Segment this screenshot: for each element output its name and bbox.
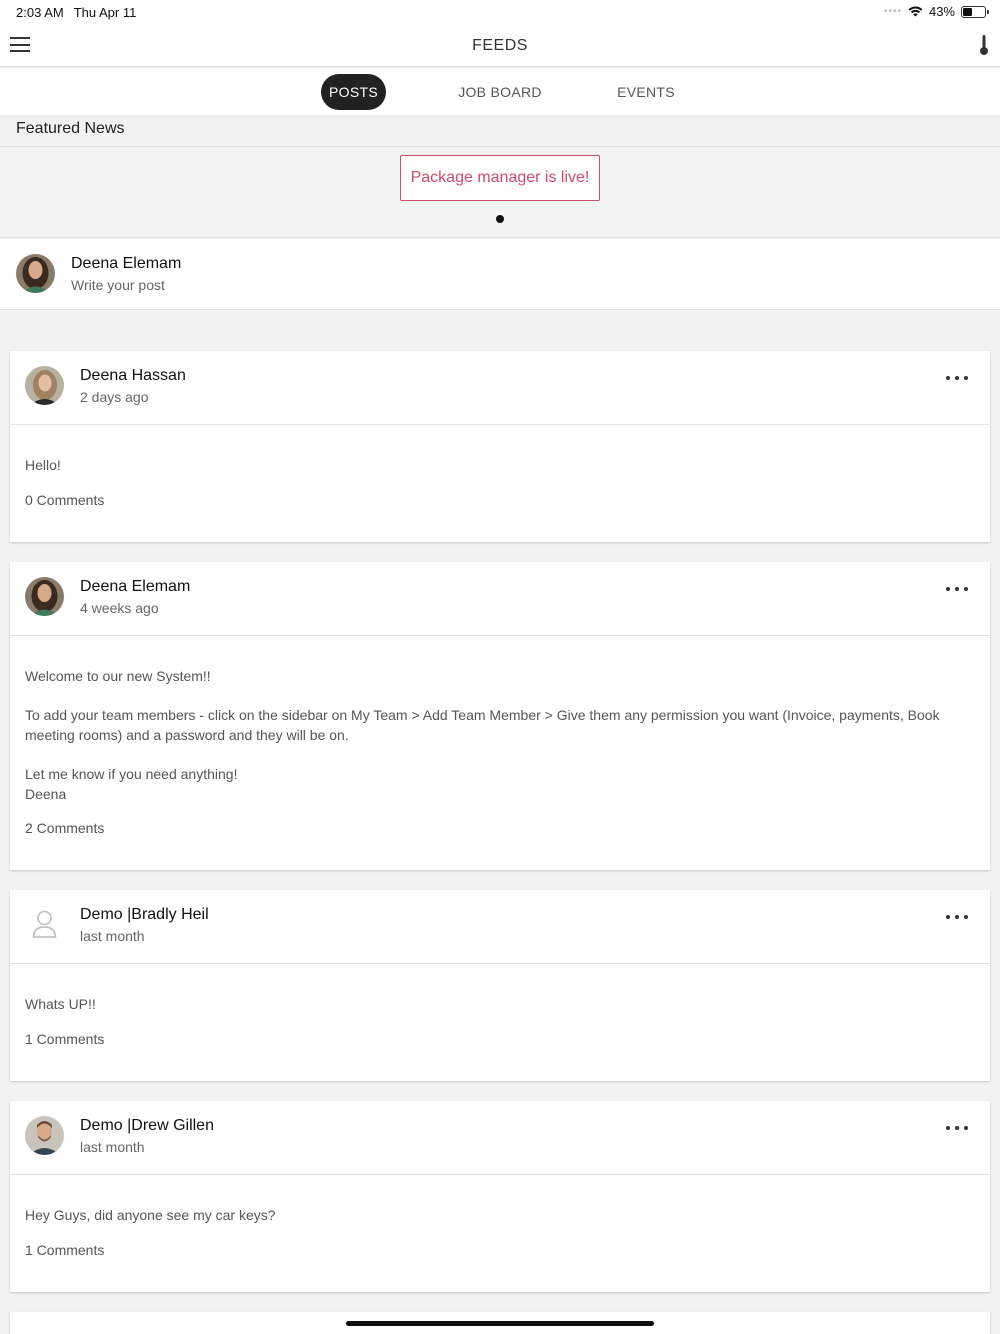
default-avatar-icon[interactable] — [25, 905, 64, 944]
post-text: Whats UP!! — [25, 996, 96, 1012]
post-timestamp: 4 weeks ago — [80, 600, 159, 616]
post-timestamp: last month — [80, 1139, 145, 1155]
home-indicator[interactable] — [346, 1321, 654, 1326]
post-author[interactable]: Demo |Bradly Heil — [80, 906, 209, 924]
comments-link[interactable]: 0 Comments — [25, 492, 104, 508]
status-date: Thu Apr 11 — [73, 5, 137, 20]
featured-news-header: Featured News — [0, 115, 1000, 147]
signal-icon: •••• — [883, 6, 902, 17]
more-options-icon[interactable] — [946, 376, 968, 382]
composer-user-name: Deena Elemam — [71, 255, 182, 272]
post-body: Welcome to our new System!! To add your … — [10, 636, 990, 804]
post-header: Demo |Bradly Heil last month — [10, 890, 990, 964]
post-text: Welcome to our new System!! — [25, 668, 211, 684]
post-timestamp: last month — [80, 928, 145, 944]
comments-link[interactable]: 1 Comments — [25, 1242, 104, 1258]
thermometer-icon[interactable] — [978, 34, 990, 56]
post-text: Hello! — [25, 457, 61, 473]
more-options-icon[interactable] — [946, 915, 968, 921]
clock: 2:03 AM — [16, 5, 64, 20]
comments-link[interactable]: 2 Comments — [25, 820, 104, 836]
post-text: To add your team members - click on the … — [25, 707, 940, 743]
post-body: Whats UP!! — [10, 964, 990, 1014]
featured-news-title: Featured News — [16, 120, 125, 137]
tab-events[interactable]: EVENTS — [606, 74, 686, 110]
post-author[interactable]: Deena Hassan — [80, 367, 186, 385]
avatar[interactable] — [25, 1116, 64, 1155]
battery-icon — [961, 5, 989, 18]
battery-fill — [963, 7, 973, 16]
post-text: Deena — [25, 786, 67, 802]
post-header: Deena Hassan 2 days ago — [10, 351, 990, 425]
page-title: FEEDS — [472, 37, 528, 54]
post-composer[interactable]: Deena Elemam Write your post — [0, 239, 1000, 310]
post-card: Deena Hassan 2 days ago Hello! 0 Comment… — [10, 351, 990, 542]
composer-placeholder[interactable]: Write your post — [71, 277, 165, 293]
status-time: 2:03 AM Thu Apr 11 — [16, 5, 136, 20]
comments-link[interactable]: 1 Comments — [25, 1031, 104, 1047]
post-author[interactable]: Demo |Drew Gillen — [80, 1117, 214, 1135]
tab-posts[interactable]: POSTS — [321, 74, 386, 110]
feed-tabs: POSTS JOB BOARD EVENTS — [0, 68, 1000, 115]
more-options-icon[interactable] — [946, 1126, 968, 1132]
carousel-indicator[interactable] — [496, 215, 504, 223]
more-options-icon[interactable] — [946, 587, 968, 593]
avatar[interactable] — [25, 366, 64, 405]
post-header: Demo |Drew Gillen last month — [10, 1101, 990, 1175]
avatar[interactable] — [25, 577, 64, 616]
post-card: Demo |Drew Gillen last month Hey Guys, d… — [10, 1101, 990, 1292]
post-author[interactable]: Deena Elemam — [80, 578, 190, 596]
post-card: Deena Elemam 4 weeks ago Welcome to our … — [10, 562, 990, 870]
wifi-icon — [908, 6, 923, 17]
post-body: Hey Guys, did anyone see my car keys? — [10, 1175, 990, 1225]
battery-percent: 43% — [928, 4, 955, 19]
avatar — [16, 254, 55, 293]
post-text: Let me know if you need anything! — [25, 766, 238, 782]
tab-job-board[interactable]: JOB BOARD — [450, 74, 550, 110]
post-header: Deena Elemam 4 weeks ago — [10, 562, 990, 636]
featured-news-item[interactable]: Package manager is live! — [400, 155, 600, 201]
post-timestamp: 2 days ago — [80, 389, 149, 405]
status-bar: 2:03 AM Thu Apr 11 •••• 43% — [0, 0, 1000, 24]
post-card: Demo |Bradly Heil last month Whats UP!! … — [10, 890, 990, 1081]
post-body: Hello! — [10, 425, 990, 475]
nav-bar: FEEDS — [0, 24, 1000, 67]
post-text: Hey Guys, did anyone see my car keys? — [25, 1207, 276, 1223]
status-indicators: •••• 43% — [883, 4, 989, 19]
featured-news-carousel: Package manager is live! — [0, 147, 1000, 238]
